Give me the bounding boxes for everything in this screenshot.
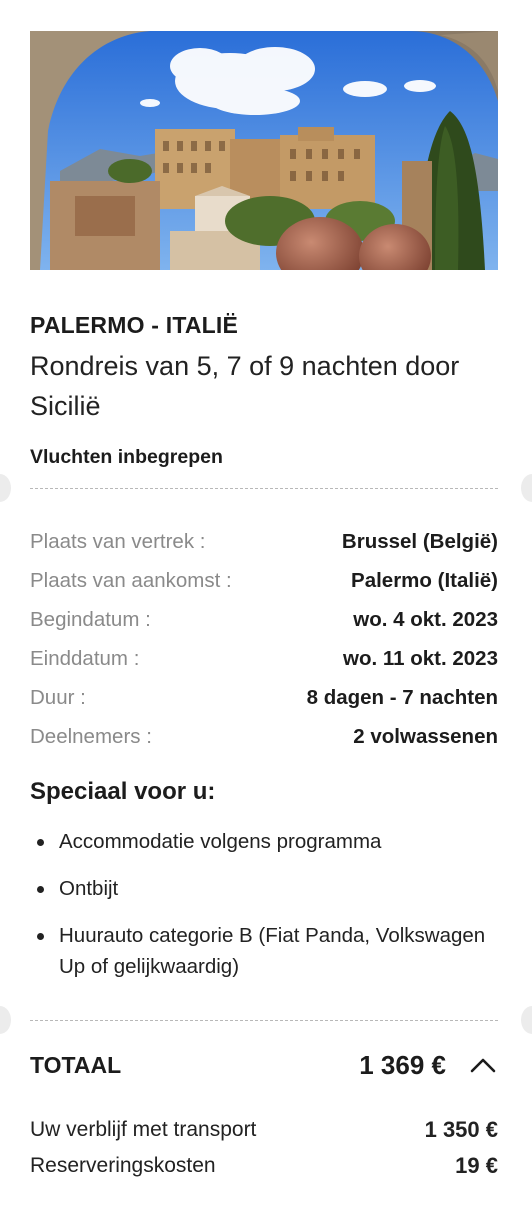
detail-row-participants: Deelnemers : 2 volwassenen <box>30 717 498 756</box>
breakdown-label: Uw verblijf met transport <box>30 1118 257 1141</box>
list-item: Huurauto categorie B (Fiat Panda, Volksw… <box>30 920 498 982</box>
ticket-notch-left <box>0 474 11 502</box>
ticket-notch-right <box>521 1006 532 1034</box>
breakdown-value: 1 350 € <box>424 1117 498 1142</box>
divider <box>30 488 498 489</box>
detail-value: Palermo (Italië) <box>351 568 498 592</box>
detail-value: 2 volwassenen <box>353 724 498 748</box>
trip-details: Plaats van vertrek : Brussel (België) Pl… <box>30 522 498 756</box>
total-label: TOTAAL <box>30 1051 122 1078</box>
detail-value: wo. 4 okt. 2023 <box>353 607 498 631</box>
detail-value: Brussel (België) <box>341 529 498 553</box>
breakdown-label: Reserveringskosten <box>30 1154 216 1177</box>
price-breakdown: Uw verblijf met transport 1 350 € Reserv… <box>30 1112 498 1184</box>
divider <box>30 1020 498 1021</box>
list-item: Accommodatie volgens programma <box>30 826 498 857</box>
detail-label: Plaats van aankomst : <box>30 568 232 592</box>
detail-row-duration: Duur : 8 dagen - 7 nachten <box>30 678 498 717</box>
destination-heading: PALERMO - ITALIË <box>30 312 239 338</box>
detail-label: Duur : <box>30 685 86 709</box>
special-offer-heading: Speciaal voor u: <box>30 778 216 805</box>
ticket-notch-right <box>521 474 532 502</box>
detail-label: Plaats van vertrek : <box>30 529 206 553</box>
chevron-up-icon[interactable] <box>468 1050 498 1080</box>
breakdown-row-stay: Uw verblijf met transport 1 350 € <box>30 1112 498 1148</box>
detail-label: Deelnemers : <box>30 724 152 748</box>
hero-image-palermo <box>30 31 498 270</box>
total-row[interactable]: TOTAAL 1 369 € <box>30 1046 498 1084</box>
breakdown-value: 19 € <box>455 1153 498 1178</box>
list-item: Ontbijt <box>30 873 498 904</box>
detail-row-end-date: Einddatum : wo. 11 okt. 2023 <box>30 639 498 678</box>
detail-row-arrival: Plaats van aankomst : Palermo (Italië) <box>30 561 498 600</box>
detail-row-start-date: Begindatum : wo. 4 okt. 2023 <box>30 600 498 639</box>
detail-value: wo. 11 okt. 2023 <box>343 646 498 670</box>
detail-label: Einddatum : <box>30 646 140 670</box>
detail-row-departure: Plaats van vertrek : Brussel (België) <box>30 522 498 561</box>
ticket-notch-left <box>0 1006 11 1034</box>
breakdown-row-fees: Reserveringskosten 19 € <box>30 1148 498 1184</box>
detail-value: 8 dagen - 7 nachten <box>306 685 498 709</box>
special-offer-list: Accommodatie volgens programma Ontbijt H… <box>30 826 498 998</box>
flights-included-label: Vluchten inbegrepen <box>30 446 223 468</box>
detail-label: Begindatum : <box>30 607 151 631</box>
total-price: 1 369 € <box>359 1049 446 1080</box>
trip-title: Rondreis van 5, 7 of 9 nachten door Sici… <box>30 351 460 421</box>
